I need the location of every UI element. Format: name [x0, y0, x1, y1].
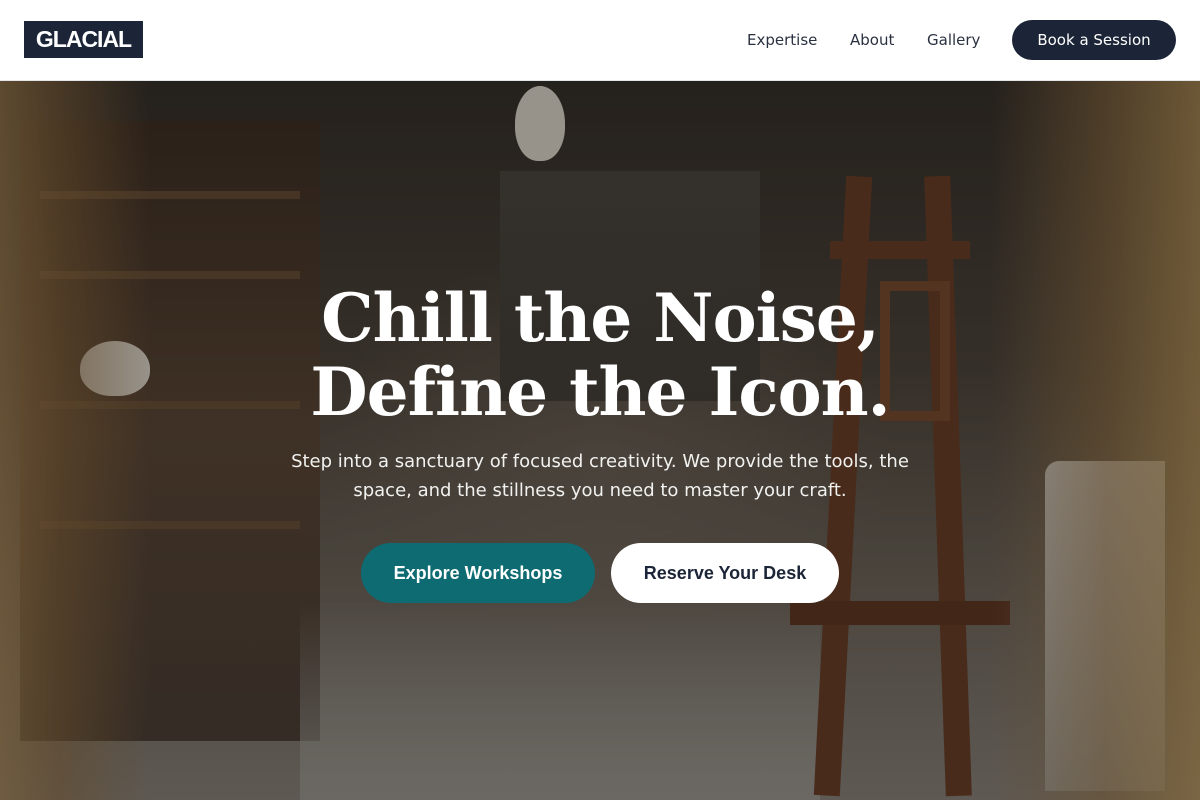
explore-workshops-button[interactable]: Explore Workshops	[361, 543, 595, 603]
hero-overlay	[0, 81, 1200, 800]
brand-logo[interactable]: GLACIAL	[24, 21, 143, 58]
reserve-desk-button[interactable]: Reserve Your Desk	[611, 543, 839, 603]
nav-link-about[interactable]: About	[850, 20, 894, 60]
site-header: GLACIAL Expertise About Gallery Book a S…	[0, 0, 1200, 81]
nav-link-gallery[interactable]: Gallery	[927, 20, 980, 60]
hero-title-line-2: Define the Icon.	[310, 353, 890, 431]
hero-subtitle: Step into a sanctuary of focused creativ…	[291, 451, 909, 501]
nav-link-expertise[interactable]: Expertise	[747, 20, 817, 60]
book-session-button[interactable]: Book a Session	[1012, 20, 1176, 60]
hero-title: Chill the Noise, Define the Icon.	[0, 281, 1200, 429]
hero-title-line-1: Chill the Noise,	[321, 279, 880, 357]
hero-section: Chill the Noise, Define the Icon. Step i…	[0, 81, 1200, 800]
